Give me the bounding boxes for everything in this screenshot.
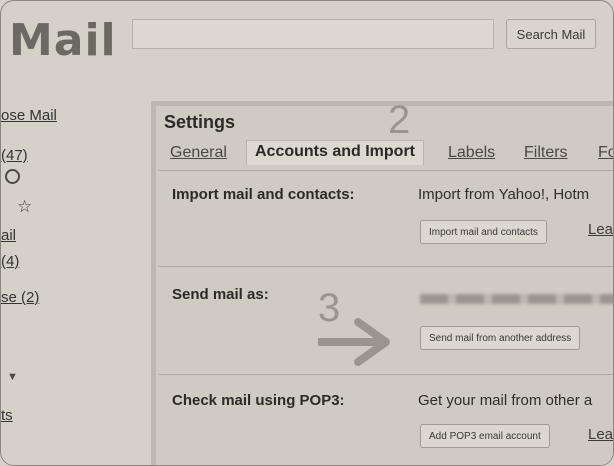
sidebar-item-drafts[interactable]: se (2)	[1, 289, 39, 306]
settings-panel: Settings 2 General Accounts and Import L…	[151, 98, 613, 465]
blurred-address	[420, 294, 613, 304]
import-mail-button[interactable]: Import mail and contacts	[420, 220, 547, 244]
learn-more-link-pop3[interactable]: Lea	[588, 426, 613, 443]
send-mail-from-another-address-button[interactable]: Send mail from another address	[420, 326, 581, 350]
sidebar-item-count[interactable]: (4)	[1, 253, 19, 270]
pin-icon	[5, 169, 20, 184]
sidebar-item-contacts[interactable]: ts	[1, 407, 13, 424]
tab-accounts-and-import[interactable]: Accounts and Import	[246, 140, 425, 165]
learn-more-link[interactable]: Lea	[588, 221, 613, 238]
tab-filters[interactable]: Filters	[524, 144, 568, 162]
sidebar-item-inbox[interactable]: (47)	[1, 147, 28, 164]
settings-tabs: General Accounts and Import Labels Filte…	[166, 140, 613, 168]
mail-logo: Mail	[9, 15, 117, 66]
sidebar-item-compose[interactable]: ose Mail	[1, 107, 57, 124]
add-pop3-account-button[interactable]: Add POP3 email account	[420, 424, 550, 448]
send-mail-as-label: Send mail as:	[172, 286, 269, 303]
search-mail-button[interactable]: Search Mail	[506, 19, 596, 49]
check-mail-pop3-label: Check mail using POP3:	[172, 392, 345, 409]
settings-title: Settings	[164, 112, 236, 132]
import-mail-label: Import mail and contacts:	[172, 186, 355, 203]
search-input[interactable]	[132, 19, 494, 49]
divider	[159, 170, 613, 171]
sidebar-item-mail[interactable]: ail	[1, 227, 16, 244]
tab-labels[interactable]: Labels	[448, 144, 495, 162]
import-mail-description: Import from Yahoo!, Hotm	[418, 186, 590, 203]
divider	[159, 374, 613, 375]
arrow-right-icon	[318, 318, 390, 366]
divider	[159, 266, 613, 267]
chevron-down-icon[interactable]: ▼	[7, 371, 18, 383]
tab-forwarding[interactable]: Fo	[598, 144, 613, 162]
tab-general[interactable]: General	[170, 144, 227, 162]
step-number-2: 2	[388, 98, 411, 142]
star-icon[interactable]: ☆	[17, 197, 32, 217]
check-mail-pop3-description: Get your mail from other a	[418, 392, 593, 409]
screenshot-frame: Mail Search Mail ose Mail (47) ☆ ail (4)…	[0, 0, 614, 466]
